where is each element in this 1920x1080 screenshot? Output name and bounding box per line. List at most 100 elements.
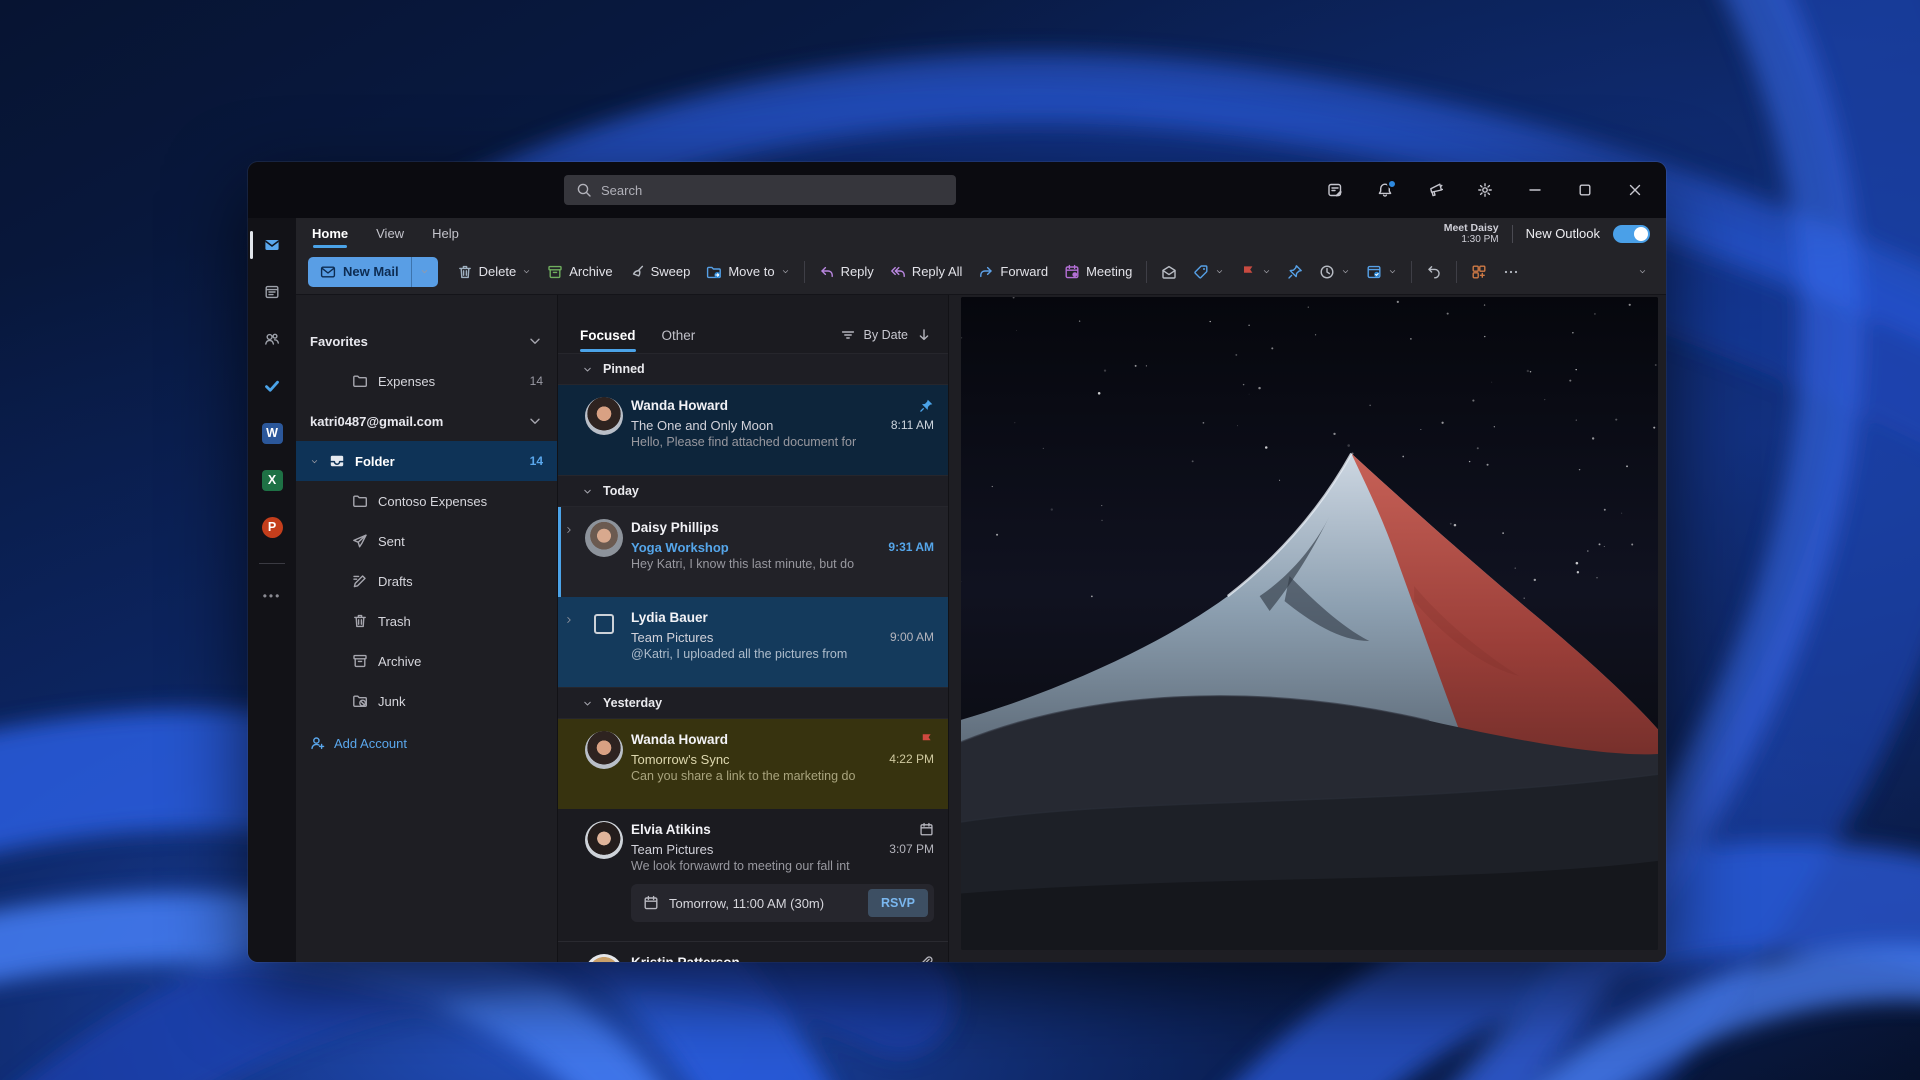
- folder-junk[interactable]: Junk: [296, 681, 557, 721]
- group-today[interactable]: Today: [558, 475, 948, 507]
- forward-button[interactable]: Forward: [971, 257, 1055, 287]
- folder-trash[interactable]: Trash: [296, 601, 557, 641]
- message-row[interactable]: Daisy Phillips Yoga Workshop9:31 AM Hey …: [558, 507, 948, 597]
- search-input[interactable]: [601, 183, 944, 198]
- rail-powerpoint-button[interactable]: P: [248, 516, 296, 538]
- notifications-button[interactable]: [1362, 173, 1408, 207]
- maximize-button[interactable]: [1562, 173, 1608, 207]
- meeting-reminder[interactable]: Meet Daisy 1:30 PM: [1444, 222, 1499, 246]
- expand-thread-chevron[interactable]: [564, 607, 577, 687]
- tab-help[interactable]: Help: [432, 226, 459, 241]
- rail-more-apps-button[interactable]: •••: [263, 589, 282, 603]
- tab-view[interactable]: View: [376, 226, 404, 241]
- reply-all-button[interactable]: Reply All: [883, 257, 970, 287]
- message-row[interactable]: Elvia Atikins Team Pictures3:07 PM We lo…: [558, 809, 948, 941]
- move-to-label: Move to: [728, 264, 774, 279]
- rules-button[interactable]: [1359, 257, 1404, 287]
- tab-focused[interactable]: Focused: [580, 328, 636, 343]
- rail-todo-button[interactable]: [248, 375, 296, 397]
- excel-icon: X: [262, 470, 283, 491]
- message-row[interactable]: Wanda Howard Tomorrow's Sync4:22 PM Can …: [558, 719, 948, 809]
- rail-mail-button[interactable]: [248, 234, 296, 256]
- expand-thread-chevron[interactable]: [564, 517, 577, 597]
- delete-label: Delete: [479, 264, 517, 279]
- new-outlook-label: New Outlook: [1526, 226, 1600, 241]
- meeting-time: 1:30 PM: [1444, 234, 1499, 246]
- sort-by-date[interactable]: By Date: [840, 327, 932, 343]
- megaphone-icon: [1427, 182, 1443, 198]
- move-to-button[interactable]: Move to: [699, 257, 796, 287]
- reply-button[interactable]: Reply: [812, 257, 881, 287]
- rsvp-button[interactable]: RSVP: [868, 889, 928, 917]
- forward-icon: [978, 264, 994, 280]
- rail-people-button[interactable]: [248, 328, 296, 350]
- message-time: 4:22 PM: [889, 752, 934, 766]
- folder-expenses[interactable]: Expenses 14: [296, 361, 557, 401]
- chevron-down-icon: [582, 698, 593, 709]
- paperclip-icon: [919, 955, 934, 963]
- rail-calendar-button[interactable]: [248, 281, 296, 303]
- folder-archive[interactable]: Archive: [296, 641, 557, 681]
- undo-button[interactable]: [1419, 257, 1449, 287]
- tab-other[interactable]: Other: [662, 328, 696, 343]
- outlook-window: W X P ••• Home View Help Meet Daisy 1:30…: [248, 162, 1666, 962]
- notification-badge: [1387, 179, 1397, 189]
- more-options-button[interactable]: [1496, 257, 1526, 287]
- sweep-button[interactable]: Sweep: [622, 257, 698, 287]
- avatar: [585, 821, 623, 859]
- subject: The One and Only Moon: [631, 418, 773, 433]
- search-box[interactable]: [564, 175, 956, 205]
- archive-button[interactable]: Archive: [540, 257, 619, 287]
- chevron-down-icon: [420, 267, 429, 276]
- flag-button[interactable]: [1233, 257, 1278, 287]
- notes-feedback-button[interactable]: [1312, 173, 1358, 207]
- expenses-label: Expenses: [378, 374, 435, 389]
- ribbon-toolbar: New Mail Delete Archive Sweep Move to Re…: [296, 249, 1666, 295]
- message-checkbox[interactable]: [594, 614, 614, 634]
- new-outlook-toggle[interactable]: [1613, 225, 1650, 243]
- chevron-down-icon: [582, 486, 593, 497]
- message-row[interactable]: Wanda Howard The One and Only Moon8:11 A…: [558, 385, 948, 475]
- read-unread-button[interactable]: [1154, 257, 1184, 287]
- new-mail-dropdown[interactable]: [412, 257, 438, 287]
- chevron-down-icon: [1388, 267, 1397, 276]
- group-yesterday[interactable]: Yesterday: [558, 687, 948, 719]
- chevron-down-icon: [527, 333, 543, 349]
- message-row[interactable]: Kristin Patterson: [558, 942, 948, 962]
- message-row-selected[interactable]: Lydia Bauer Team Pictures9:00 AM @Katri,…: [558, 597, 948, 687]
- filter-icon: [840, 327, 856, 343]
- favorites-header[interactable]: Favorites: [296, 321, 557, 361]
- group-pinned[interactable]: Pinned: [558, 353, 948, 385]
- folder-drafts[interactable]: Drafts: [296, 561, 557, 601]
- account-header[interactable]: katri0487@gmail.com: [296, 401, 557, 441]
- whats-new-button[interactable]: [1412, 173, 1458, 207]
- account-label: katri0487@gmail.com: [310, 414, 443, 429]
- apps-button[interactable]: [1464, 257, 1494, 287]
- message-list: Focused Other By Date Pinned: [557, 295, 949, 962]
- new-mail-button[interactable]: New Mail: [308, 257, 411, 287]
- rail-word-button[interactable]: W: [248, 422, 296, 444]
- snooze-button[interactable]: [1312, 257, 1357, 287]
- chevron-down-icon: [1341, 267, 1350, 276]
- add-account-button[interactable]: Add Account: [296, 723, 557, 763]
- meeting-label: Meeting: [1086, 264, 1132, 279]
- new-mail-split-button[interactable]: New Mail: [308, 257, 438, 287]
- delete-button[interactable]: Delete: [450, 257, 539, 287]
- folder-sent[interactable]: Sent: [296, 521, 557, 561]
- rail-excel-button[interactable]: X: [248, 469, 296, 491]
- folder-inbox-selected[interactable]: Folder 14: [296, 441, 557, 481]
- close-button[interactable]: [1612, 173, 1658, 207]
- meeting-button[interactable]: Meeting: [1057, 257, 1139, 287]
- archive-label: Archive: [569, 264, 612, 279]
- yesterday-label: Yesterday: [603, 696, 662, 710]
- message-time: 9:31 AM: [888, 540, 934, 554]
- collapse-ribbon-button[interactable]: [1631, 257, 1654, 287]
- categorize-button[interactable]: [1186, 257, 1231, 287]
- folder-contoso-expenses[interactable]: Contoso Expenses: [296, 481, 557, 521]
- settings-button[interactable]: [1462, 173, 1508, 207]
- tab-home[interactable]: Home: [312, 226, 348, 241]
- forward-label: Forward: [1000, 264, 1048, 279]
- pin-button[interactable]: [1280, 257, 1310, 287]
- titlebar: [248, 162, 1666, 218]
- minimize-button[interactable]: [1512, 173, 1558, 207]
